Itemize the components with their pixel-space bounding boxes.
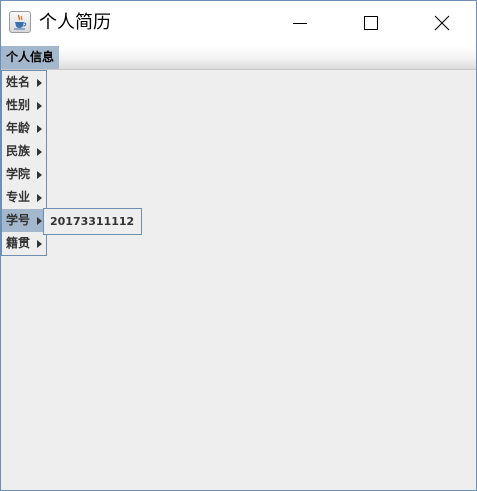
submenu-arrow-icon xyxy=(37,240,42,248)
maximize-icon xyxy=(364,16,378,30)
submenu-arrow-icon xyxy=(37,217,42,225)
close-button[interactable] xyxy=(419,1,465,46)
student-id-submenu: 20173311112 xyxy=(43,208,142,235)
submenu-arrow-icon xyxy=(37,171,42,179)
java-coffee-cup-icon[interactable] xyxy=(9,11,31,33)
menu-item-major[interactable]: 专业 xyxy=(2,186,46,209)
minimize-button[interactable] xyxy=(277,1,323,46)
menu-item-label: 民族 xyxy=(6,144,31,158)
window-title: 个人简历 xyxy=(39,12,111,33)
submenu-arrow-icon xyxy=(37,102,42,110)
menu-item-name[interactable]: 姓名 xyxy=(2,71,46,94)
menu-item-age[interactable]: 年龄 xyxy=(2,117,46,140)
menu-item-student-id[interactable]: 学号 xyxy=(2,209,46,232)
menu-item-ethnicity[interactable]: 民族 xyxy=(2,140,46,163)
maximize-button[interactable] xyxy=(348,1,394,46)
menu-item-label: 籍贯 xyxy=(6,236,31,250)
personal-info-popup-menu: 姓名 性别 年龄 民族 学院 专业 学号 籍贯 xyxy=(1,70,47,256)
menu-item-label: 学号 xyxy=(6,213,31,227)
submenu-arrow-icon xyxy=(37,148,42,156)
menu-item-label: 性别 xyxy=(6,98,31,112)
menu-personal-info[interactable]: 个人信息 xyxy=(1,46,60,69)
minimize-icon xyxy=(293,23,307,24)
submenu-arrow-icon xyxy=(37,194,42,202)
menu-item-college[interactable]: 学院 xyxy=(2,163,46,186)
menu-item-label: 姓名 xyxy=(6,75,31,89)
menu-item-label: 年龄 xyxy=(6,121,31,135)
menu-bar: 个人信息 xyxy=(1,46,476,70)
title-bar[interactable]: 个人简历 xyxy=(1,1,476,46)
submenu-arrow-icon xyxy=(37,125,42,133)
menu-item-label: 学院 xyxy=(6,167,31,181)
menu-item-gender[interactable]: 性别 xyxy=(2,94,46,117)
submenu-arrow-icon xyxy=(37,79,42,87)
app-window: 个人简历 个人信息 姓名 性别 年龄 民族 学院 专业 学号 籍贯 201733… xyxy=(0,0,477,491)
submenu-item-student-id-value[interactable]: 20173311112 xyxy=(50,209,134,234)
menu-item-label: 专业 xyxy=(6,190,31,204)
close-icon xyxy=(434,15,450,31)
menu-item-hometown[interactable]: 籍贯 xyxy=(2,232,46,255)
